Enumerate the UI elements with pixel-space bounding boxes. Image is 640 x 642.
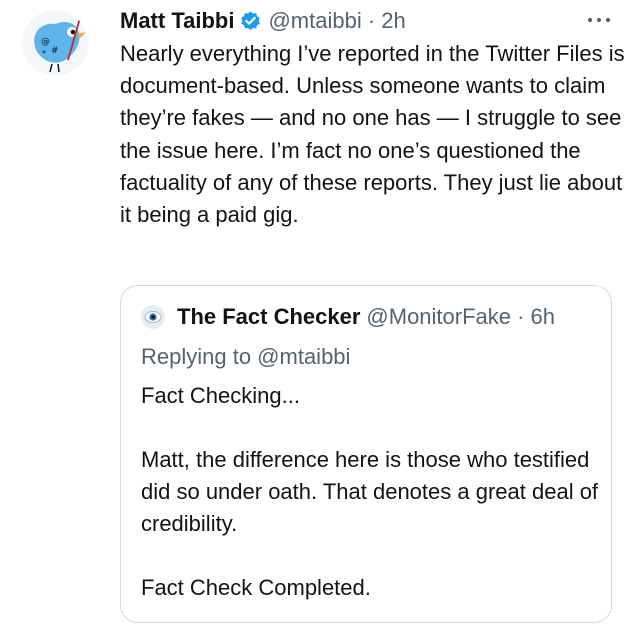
quoted-author-avatar[interactable]	[141, 305, 165, 329]
verified-badge-icon[interactable]	[239, 10, 262, 33]
more-options-button[interactable]	[584, 8, 614, 32]
tweet-text: Nearly everything I’ve reported in the T…	[120, 41, 631, 228]
svg-text:*: *	[42, 49, 46, 58]
quoted-tweet-header: The Fact Checker @MonitorFake · 6h	[141, 304, 555, 330]
author-avatar[interactable]: @ # *	[22, 10, 88, 76]
quoted-author-handle-time[interactable]: @MonitorFake · 6h	[366, 304, 555, 330]
quoted-tweet-text: Fact Checking... Matt, the difference he…	[141, 383, 599, 600]
author-handle-time[interactable]: @mtaibbi · 2h	[268, 8, 405, 34]
quoted-author-name[interactable]: The Fact Checker	[177, 304, 360, 330]
svg-text:@: @	[41, 37, 50, 47]
svg-text:#: #	[51, 46, 59, 56]
author-name[interactable]: Matt Taibbi	[120, 8, 234, 34]
tweet-header: Matt Taibbi @mtaibbi · 2h	[120, 6, 406, 36]
replying-to[interactable]: Replying to @mtaibbi	[141, 344, 350, 370]
more-dots-icon	[587, 17, 611, 23]
eye-icon	[144, 311, 162, 323]
quoted-tweet[interactable]: The Fact Checker @MonitorFake · 6h Reply…	[120, 285, 612, 623]
blue-bird-doodle-icon: @ # *	[34, 17, 86, 73]
